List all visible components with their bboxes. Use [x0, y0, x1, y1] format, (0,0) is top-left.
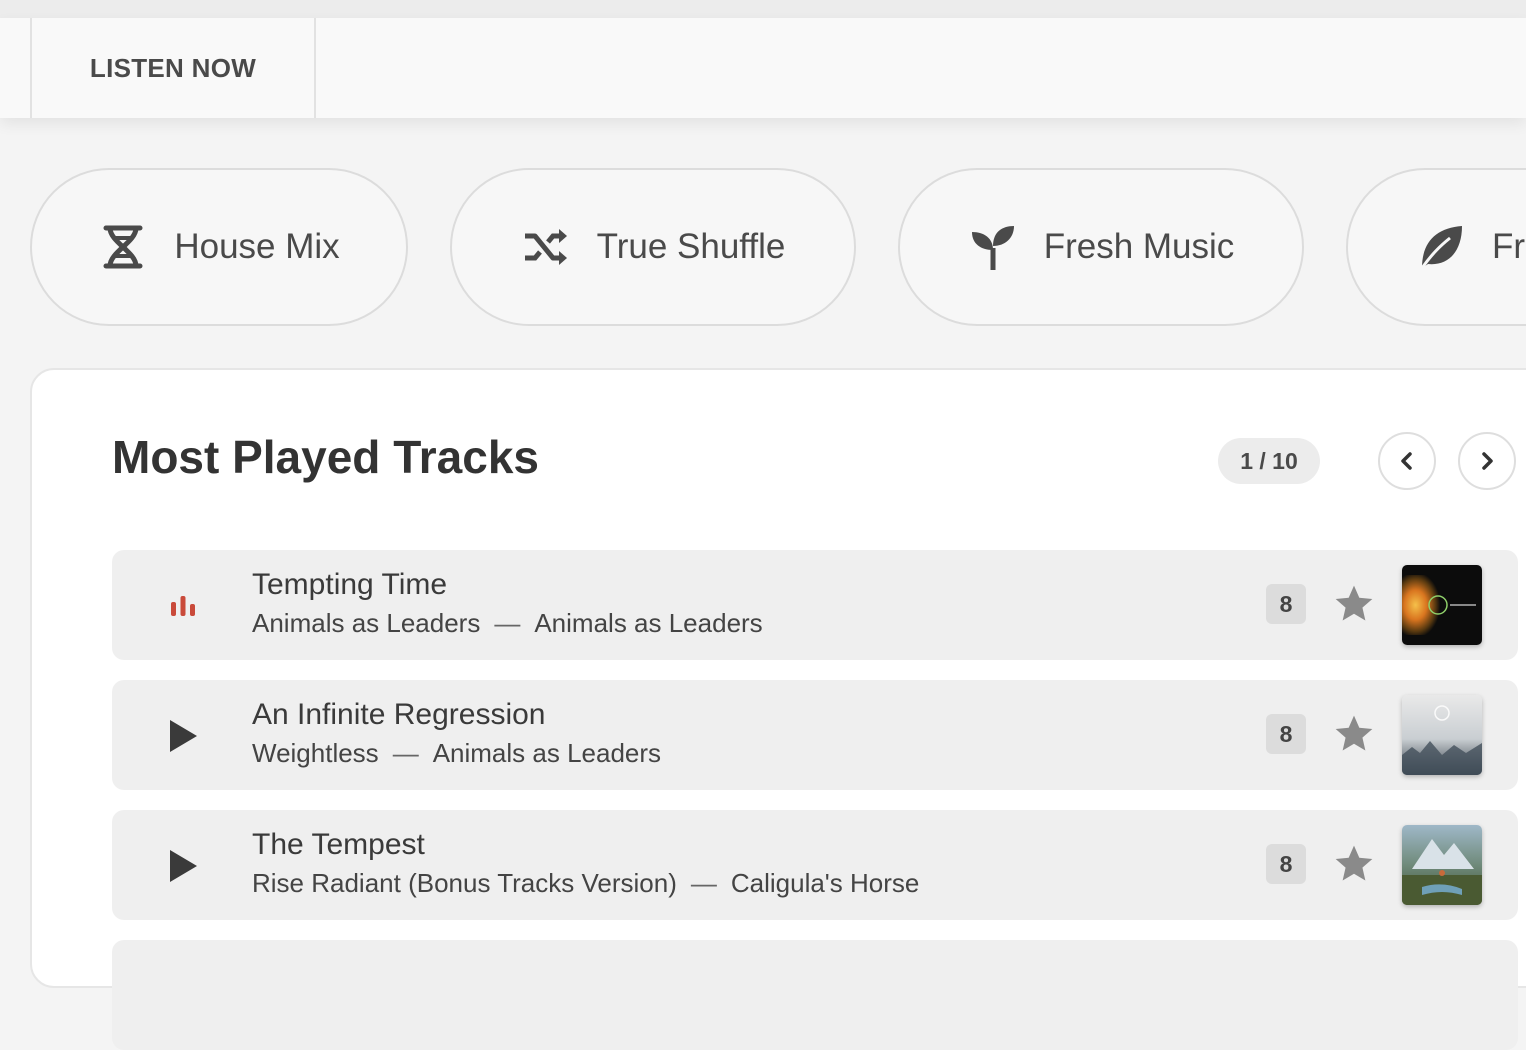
most-played-card: Most Played Tracks 1 / 10 Tempting Time … — [30, 368, 1526, 1050]
play-count-badge: 8 — [1266, 584, 1306, 624]
chevron-left-icon — [1401, 452, 1412, 470]
tab-listen-now[interactable]: LISTEN NOW — [30, 18, 316, 118]
play-count-badge: 8 — [1266, 844, 1306, 884]
track-album[interactable]: Animals as Leaders — [252, 608, 480, 638]
track-row[interactable]: Tempting Time Animals as Leaders — Animals… — [112, 550, 1518, 660]
track-album[interactable]: Rise Radiant (Bonus Tracks Version) — [252, 868, 677, 898]
page-indicator: 1 / 10 — [1218, 438, 1320, 484]
separator: — — [392, 738, 419, 768]
prev-page-button[interactable] — [1378, 432, 1436, 490]
mix-pill-label: House Mix — [174, 227, 340, 266]
play-icon[interactable] — [162, 716, 204, 756]
track-artist[interactable]: Caligula's Horse — [731, 868, 920, 898]
track-subtitle: Rise Radiant (Bonus Tracks Version) — Cali… — [252, 868, 919, 899]
track-artist[interactable]: Animals as Leaders — [534, 608, 762, 638]
star-icon[interactable] — [1332, 842, 1376, 886]
track-row[interactable]: An Infinite Regression Weightless — Animal… — [112, 680, 1518, 790]
dna-icon — [98, 222, 148, 272]
now-playing-icon[interactable] — [162, 586, 204, 626]
leaf-icon — [1416, 222, 1466, 272]
chevron-right-icon — [1482, 452, 1493, 470]
track-artist[interactable]: Animals as Leaders — [433, 738, 661, 768]
track-subtitle: Weightless — Animals as Leaders — [252, 738, 661, 769]
album-art[interactable] — [1402, 695, 1482, 775]
album-art[interactable] — [1402, 565, 1482, 645]
mix-pill-label: True Shuffle — [596, 227, 786, 266]
mix-pill-label: Fr — [1492, 227, 1526, 266]
shuffle-icon — [521, 222, 571, 272]
separator: — — [690, 868, 717, 898]
mix-pill-partial[interactable]: Fr — [1346, 168, 1526, 326]
mix-pill-label: Fresh Music — [1043, 227, 1235, 266]
mix-pill-house-mix[interactable]: House Mix — [30, 168, 408, 326]
play-icon[interactable] — [162, 846, 204, 886]
track-album[interactable]: Weightless — [252, 738, 379, 768]
section-title: Most Played Tracks — [112, 431, 539, 483]
top-strip — [0, 0, 1526, 18]
track-row[interactable]: The Tempest Rise Radiant (Bonus Tracks V… — [112, 810, 1518, 920]
track-title[interactable]: The Tempest — [252, 828, 425, 862]
sprout-icon — [968, 222, 1018, 272]
mix-pill-fresh-music[interactable]: Fresh Music — [898, 168, 1304, 326]
separator: — — [494, 608, 521, 638]
track-row[interactable] — [112, 940, 1518, 1050]
star-icon[interactable] — [1332, 582, 1376, 626]
next-page-button[interactable] — [1458, 432, 1516, 490]
tab-bar: LISTEN NOW — [0, 18, 1526, 118]
play-count-badge: 8 — [1266, 714, 1306, 754]
star-icon[interactable] — [1332, 712, 1376, 756]
track-subtitle: Animals as Leaders — Animals as Leaders — [252, 608, 763, 639]
track-title[interactable]: Tempting Time — [252, 568, 447, 602]
album-art[interactable] — [1402, 825, 1482, 905]
mix-pill-true-shuffle[interactable]: True Shuffle — [450, 168, 856, 326]
track-title[interactable]: An Infinite Regression — [252, 698, 546, 732]
